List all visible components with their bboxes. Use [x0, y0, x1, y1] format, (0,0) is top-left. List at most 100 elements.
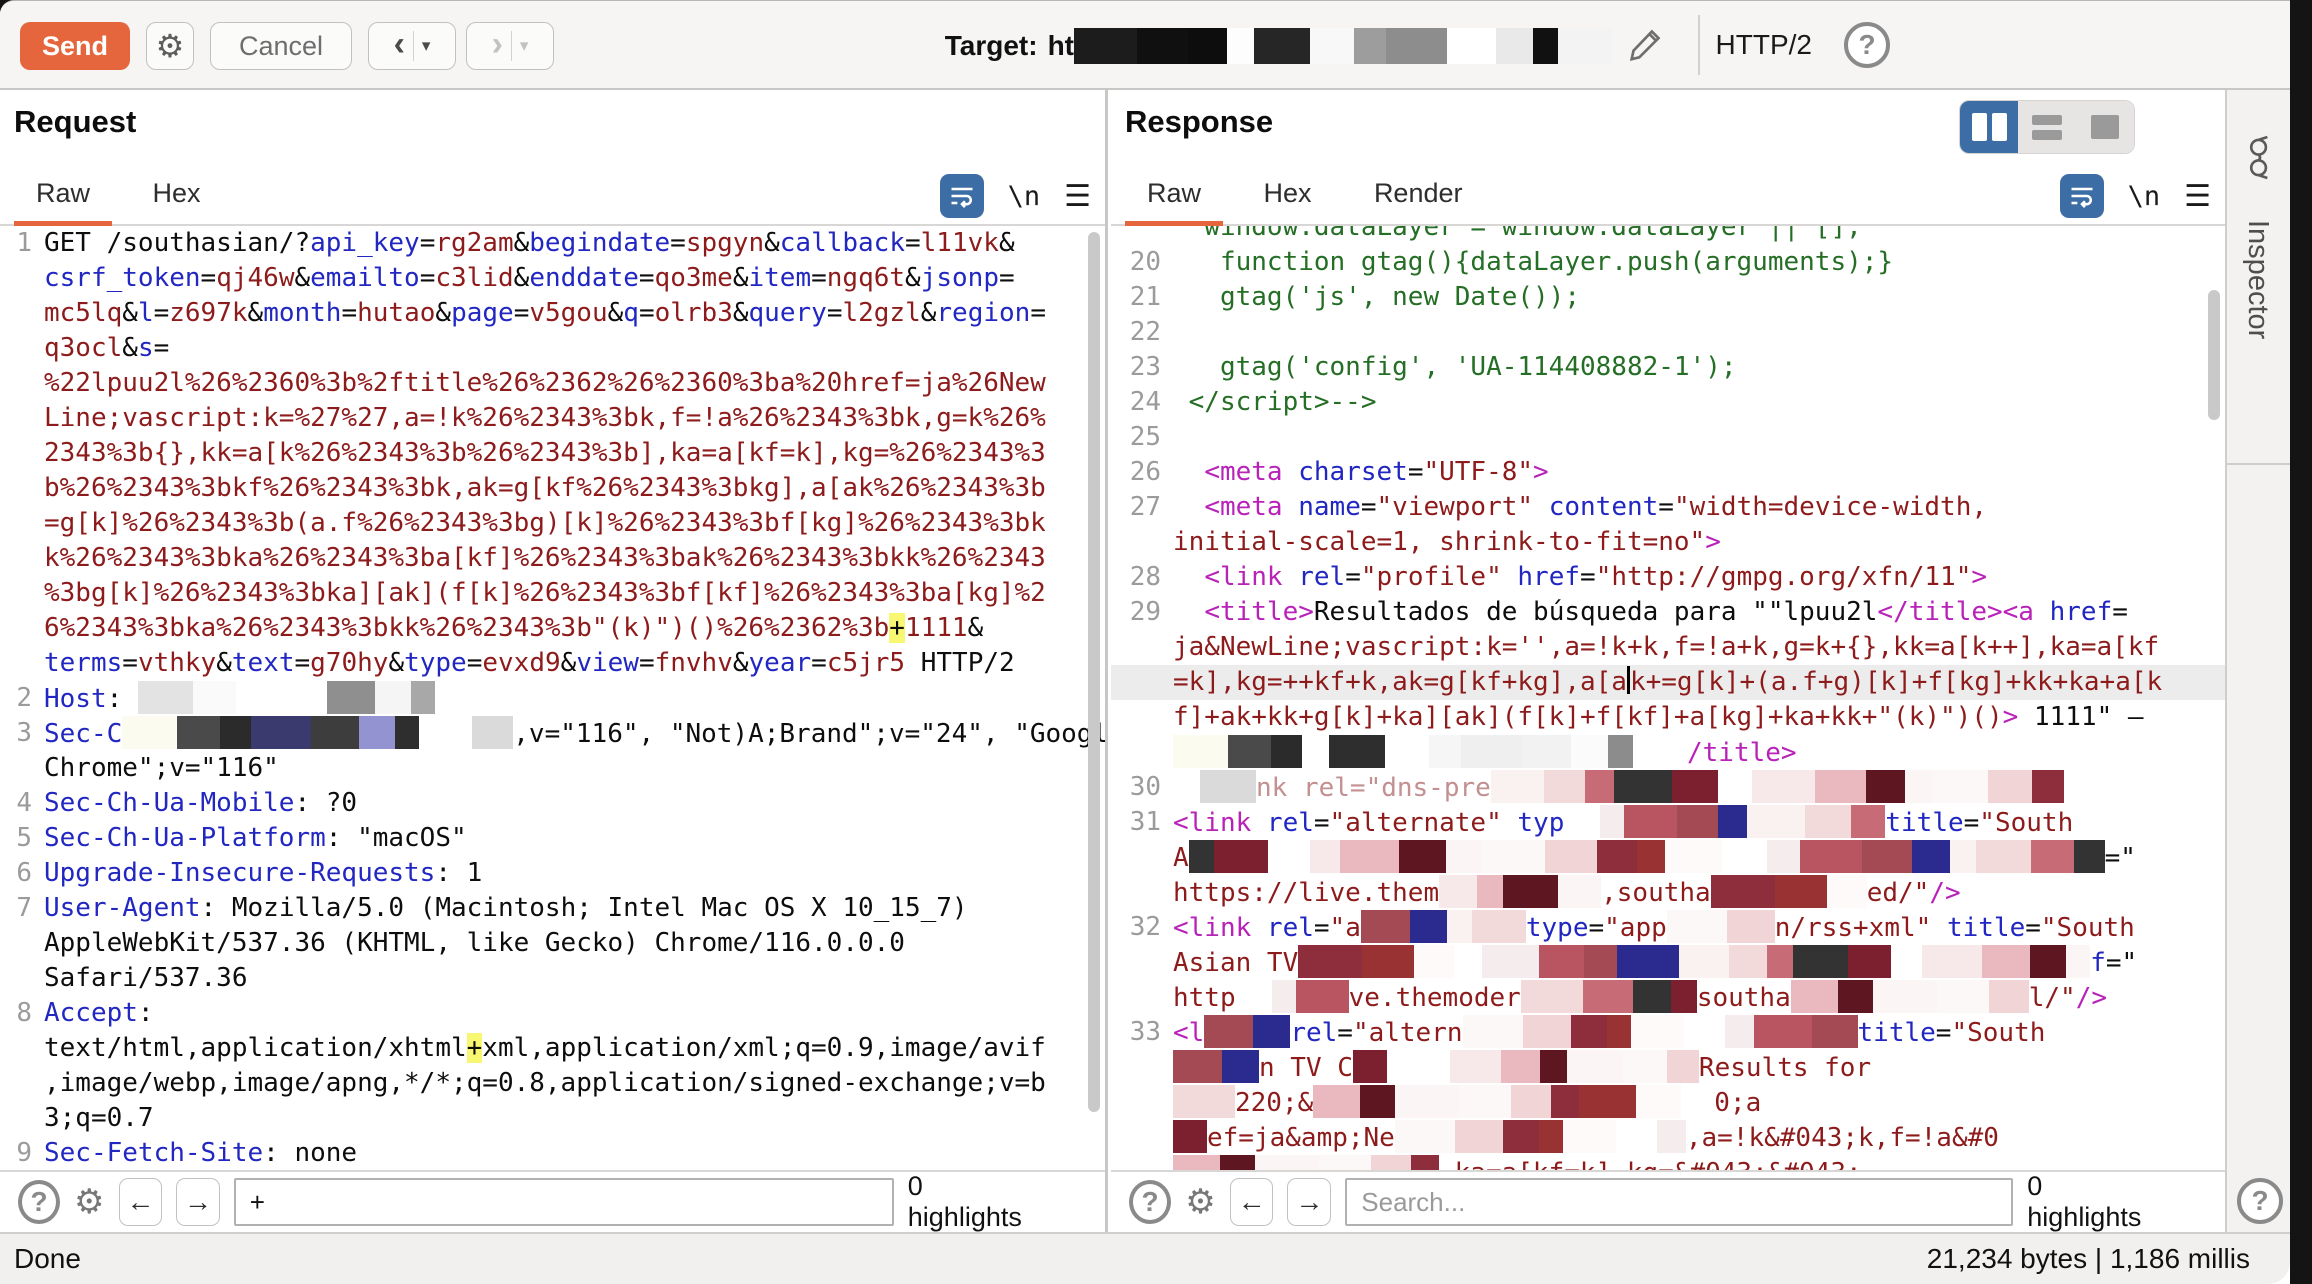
search-help-icon[interactable]: ?	[1129, 1180, 1171, 1224]
back-dropdown-icon[interactable]: ▾	[414, 36, 441, 56]
tab-render[interactable]: Render	[1352, 168, 1485, 225]
search-next-button[interactable]: →	[1287, 1178, 1331, 1226]
redacted-block	[1905, 770, 1932, 803]
redacted-block	[1446, 840, 1481, 873]
forward-dropdown-icon[interactable]: ▾	[512, 36, 539, 56]
code-line: 7User-Agent: Mozilla/5.0 (Macintosh; Int…	[0, 891, 1105, 926]
request-search-input[interactable]	[234, 1178, 894, 1226]
tab-raw[interactable]: Raw	[14, 168, 112, 225]
inspector-tab[interactable]: Inspector	[2227, 90, 2290, 465]
redacted-block	[1253, 1015, 1290, 1048]
response-highlight-count: 0 highlights	[2027, 1171, 2207, 1233]
redacted-block	[1227, 28, 1254, 64]
history-forward-button[interactable]: › ▾	[466, 22, 554, 70]
redacted-block	[472, 716, 513, 749]
search-prev-button[interactable]: ←	[1230, 1178, 1274, 1226]
redacted-block	[1447, 910, 1472, 943]
redacted-block	[1340, 840, 1399, 873]
redacted-block	[1608, 735, 1633, 768]
search-help-icon[interactable]: ?	[18, 1180, 60, 1224]
response-editor[interactable]: window.dataLayer = window.dataLayer || […	[1111, 226, 2225, 1170]
inspector-glasses-icon	[2242, 136, 2277, 180]
help-icon[interactable]: ?	[1844, 22, 1890, 68]
newline-toggle-icon[interactable]: \n	[2128, 181, 2161, 212]
response-search-bar: ? ⚙ ← → 0 highlights	[1111, 1170, 2225, 1232]
request-settings-button[interactable]: ⚙	[146, 22, 194, 70]
tab-hex[interactable]: Hex	[130, 168, 222, 225]
search-next-button[interactable]: →	[176, 1178, 220, 1226]
redacted-block	[1637, 840, 1665, 873]
request-tabs: Raw Hex \n ☰	[0, 168, 1105, 226]
redacted-block	[1491, 770, 1544, 803]
request-highlight-count: 0 highlights	[908, 1171, 1087, 1233]
redacted-block	[1551, 1085, 1579, 1118]
send-button[interactable]: Send	[20, 22, 130, 70]
redacted-block	[1399, 840, 1446, 873]
editor-menu-icon[interactable]: ☰	[2184, 179, 2211, 214]
redacted-block	[1667, 1050, 1699, 1083]
request-scrollbar[interactable]	[1088, 232, 1100, 1112]
layout-columns-button[interactable]	[1960, 101, 2018, 153]
code-line: Chrome";v="116"	[0, 751, 1105, 786]
request-editor[interactable]: 1GET /southasian/?api_key=rg2am&begindat…	[0, 226, 1105, 1170]
redacted-block	[1222, 1050, 1259, 1083]
redacted-block	[1922, 945, 1982, 978]
redacted-block	[1521, 980, 1583, 1013]
code-line: 22	[1111, 315, 2225, 350]
redacted-block	[1472, 910, 1526, 943]
code-line: f]+ak+kk+g[k]+ka][ak](f[k]+f[kf]+a[kg]+k…	[1111, 700, 2225, 735]
response-search-input[interactable]	[1345, 1178, 2013, 1226]
layout-single-button[interactable]	[2076, 101, 2134, 153]
editor-menu-icon[interactable]: ☰	[1064, 179, 1091, 214]
redacted-block	[1982, 945, 2030, 978]
redacted-block	[122, 716, 177, 749]
redacted-block	[1173, 1050, 1222, 1083]
back-chevron-icon: ‹	[384, 25, 413, 68]
redacted-block	[1459, 1085, 1511, 1118]
redacted-block	[1255, 1155, 1319, 1170]
response-scrollbar[interactable]	[2208, 290, 2220, 420]
redacted-block	[1501, 1050, 1540, 1083]
layout-rows-button[interactable]	[2018, 101, 2076, 153]
redacted-block	[1439, 875, 1477, 908]
redacted-block	[1447, 28, 1496, 64]
code-line: ja&NewLine;vascript:k='',a=!k+k,f=!a+k,g…	[1111, 630, 2225, 665]
cancel-button[interactable]: Cancel	[210, 22, 352, 70]
tab-raw[interactable]: Raw	[1125, 168, 1223, 225]
redacted-block	[1851, 805, 1885, 838]
history-back-button[interactable]: ‹ ▾	[368, 22, 456, 70]
search-settings-icon[interactable]: ⚙	[1185, 1182, 1215, 1222]
code-line: b%26%2343%3bkf%26%2343%3bk,ak=g[kf%26%23…	[0, 471, 1105, 506]
search-settings-icon[interactable]: ⚙	[74, 1182, 104, 1222]
word-wrap-icon[interactable]	[940, 174, 984, 218]
redacted-block	[411, 681, 435, 714]
redacted-block	[1937, 980, 1989, 1013]
redacted-block	[1296, 980, 1349, 1013]
redacted-block	[1477, 875, 1503, 908]
code-line: 23 gtag('config', 'UA-114408882-1');	[1111, 350, 2225, 385]
layout-toggle	[1959, 100, 2135, 154]
redacted-block	[1838, 980, 1873, 1013]
screen-edge	[2290, 0, 2312, 1284]
redacted-block	[1545, 840, 1597, 873]
search-prev-button[interactable]: ←	[119, 1178, 163, 1226]
code-line: AppleWebKit/537.36 (KHTML, like Gecko) C…	[0, 926, 1105, 961]
inspector-help-icon[interactable]: ?	[2237, 1178, 2283, 1224]
code-line: 9Sec-Fetch-Site: none	[0, 1136, 1105, 1170]
redacted-block	[1665, 840, 1722, 873]
redacted-block	[1354, 28, 1386, 64]
redacted-block	[1624, 805, 1677, 838]
redacted-block	[1214, 840, 1268, 873]
response-title: Response	[1125, 104, 1273, 140]
word-wrap-icon[interactable]	[2060, 174, 2104, 218]
redacted-block	[1200, 770, 1256, 803]
newline-toggle-icon[interactable]: \n	[1008, 181, 1041, 212]
code-line: q3ocl&s=	[0, 331, 1105, 366]
redacted-block	[1988, 770, 2032, 803]
redacted-block	[1386, 28, 1447, 64]
edit-target-pencil-icon[interactable]	[1626, 24, 1666, 69]
tab-hex[interactable]: Hex	[1241, 168, 1333, 225]
http-version-label[interactable]: HTTP/2	[1716, 29, 1812, 61]
request-search-bar: ? ⚙ ← → 0 highlights	[0, 1170, 1105, 1232]
redacted-block	[2032, 770, 2064, 803]
